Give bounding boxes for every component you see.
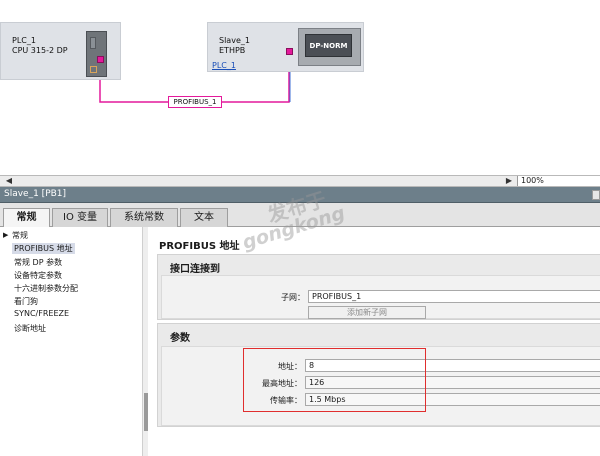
nav-item-profibus-address[interactable]: PROFIBUS 地址 — [12, 243, 75, 254]
nav-item-device-params[interactable]: 设备特定参数 — [14, 270, 62, 281]
transmission-rate-label: 传输率： — [270, 396, 302, 405]
plc-type: CPU 315-2 DP — [12, 46, 68, 55]
nav-item-hex-params[interactable]: 十六进制参数分配 — [14, 283, 78, 294]
nav-scroll-thumb[interactable] — [144, 393, 148, 431]
inspector-title: Slave_1 [PB1] — [4, 189, 67, 199]
horizontal-scrollbar[interactable]: ◀ ▶ 100% — [0, 175, 600, 187]
address-input[interactable]: 8 — [305, 359, 600, 372]
nav-item-diag-address[interactable]: 诊断地址 — [14, 323, 46, 334]
device-plc[interactable]: PLC_1 CPU 315-2 DP — [0, 22, 121, 80]
tab-general[interactable]: 常规 — [3, 208, 50, 228]
interface-inner: 子网： PROFIBUS_1 添加新子网 — [161, 275, 600, 319]
inspector-tabs: 常规 IO 变量 系统常数 文本 — [0, 203, 600, 228]
section-title: PROFIBUS 地址 — [159, 241, 240, 252]
cpu-module-icon — [86, 31, 107, 77]
tab-texts[interactable]: 文本 — [180, 208, 228, 227]
nav-item-watchdog[interactable]: 看门狗 — [14, 296, 38, 307]
slave-name: Slave_1 — [219, 36, 250, 45]
parameters-group-title: 参数 — [170, 333, 190, 344]
cpu-slot-icon — [90, 37, 96, 49]
inspector-title-bar: Slave_1 [PB1] — [0, 187, 600, 203]
slave-dp-port-icon[interactable] — [286, 48, 293, 55]
interface-group-title: 接口连接到 — [170, 264, 220, 275]
interface-group: 接口连接到 子网： PROFIBUS_1 添加新子网 — [157, 254, 600, 320]
subnet-select[interactable]: PROFIBUS_1 — [308, 290, 600, 303]
bus-label[interactable]: PROFIBUS_1 — [168, 96, 222, 108]
zoom-level[interactable]: 100% — [517, 176, 600, 186]
network-view: PLC_1 CPU 315-2 DP Slave_1 ETHPB PLC_1 D… — [0, 0, 600, 175]
scroll-left-icon[interactable]: ◀ — [3, 176, 15, 186]
scroll-right-icon[interactable]: ▶ — [503, 176, 515, 186]
subnet-label: 子网： — [281, 293, 305, 302]
properties-panel: PROFIBUS 地址 接口连接到 子网： PROFIBUS_1 添加新子网 参… — [149, 227, 600, 456]
nav-item-general-dp[interactable]: 常规 DP 参数 — [14, 257, 62, 268]
slave-master-link[interactable]: PLC_1 — [212, 61, 236, 70]
highest-address-label: 最高地址： — [262, 379, 302, 388]
dp-norm-label: DP-NORM — [305, 34, 352, 57]
slave-type: ETHPB — [219, 46, 246, 55]
device-slave[interactable]: Slave_1 ETHPB PLC_1 DP-NORM — [207, 22, 364, 72]
expand-caret-icon[interactable]: ▶ — [3, 231, 8, 239]
tab-io-tags[interactable]: IO 变量 — [52, 208, 108, 227]
plc-name: PLC_1 — [12, 36, 36, 45]
add-subnet-button[interactable]: 添加新子网 — [308, 306, 426, 319]
inspector-nav-tree: ▶ 常规 PROFIBUS 地址 常规 DP 参数 设备特定参数 十六进制参数分… — [0, 227, 148, 456]
transmission-rate-value: 1.5 Mbps — [305, 393, 600, 406]
nav-item-sync-freeze[interactable]: SYNC/FREEZE — [14, 309, 69, 318]
nav-scrollbar[interactable] — [142, 227, 148, 456]
tab-system-constants[interactable]: 系统常数 — [110, 208, 178, 227]
cpu-mmc-icon — [90, 66, 97, 73]
address-label: 地址： — [278, 362, 302, 371]
plc-dp-port-icon[interactable] — [97, 56, 104, 63]
parameters-inner: 地址： 8 最高地址： 126 传输率： 1.5 Mbps — [161, 346, 600, 426]
parameters-group: 参数 地址： 8 最高地址： 126 传输率： 1.5 Mbps — [157, 323, 600, 427]
highest-address-value: 126 — [305, 376, 600, 389]
properties-button-icon[interactable] — [592, 190, 600, 200]
nav-root-general[interactable]: 常规 — [12, 230, 28, 241]
